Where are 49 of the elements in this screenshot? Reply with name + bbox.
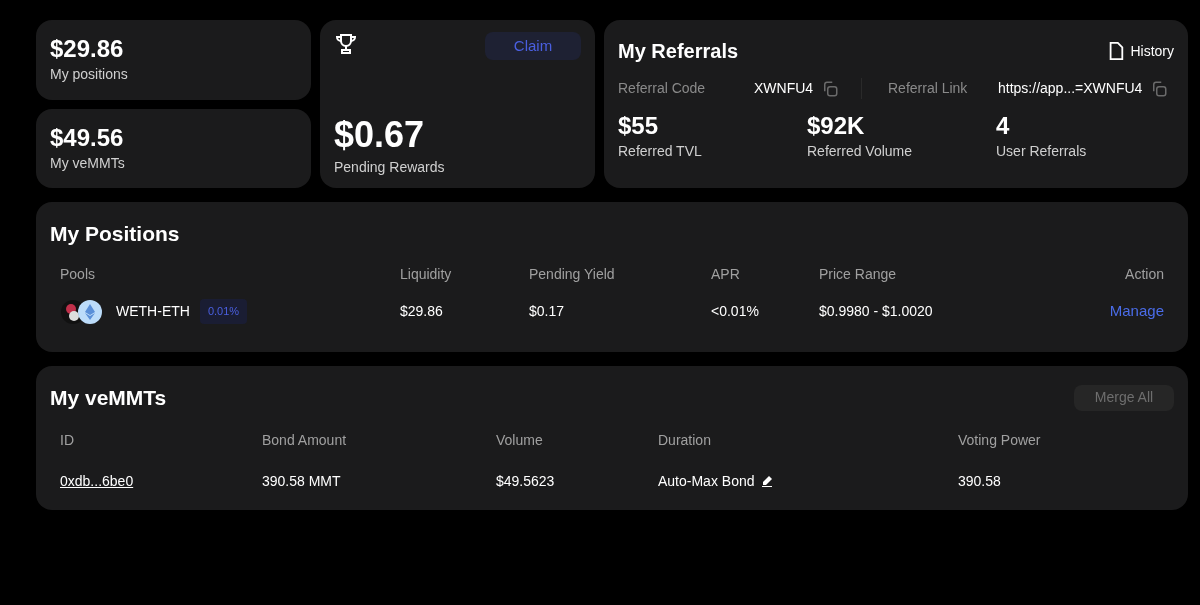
- manage-link[interactable]: Manage: [1109, 302, 1164, 320]
- column-header: Liquidity: [400, 264, 453, 284]
- history-button[interactable]: History: [1108, 40, 1174, 62]
- metric-value: 4: [996, 111, 1011, 141]
- field-label: Referral Link: [888, 79, 969, 98]
- claim-button[interactable]: Claim: [485, 32, 581, 60]
- field-value: XWNFU4: [754, 79, 814, 98]
- metric-value: $55: [618, 111, 660, 141]
- table-cell-text: $0.9980 - $1.0020: [819, 302, 934, 321]
- column-header: Pending Yield: [529, 264, 616, 284]
- table-cell-text: 390.58 MMT: [262, 471, 342, 491]
- field-value: https://app...=XWNFU4: [998, 79, 1143, 98]
- table-cell-text: 390.58: [958, 471, 1002, 491]
- stat-label: My veMMTs: [50, 153, 126, 173]
- table-cell-text: $0.17: [529, 302, 566, 321]
- copy-icon[interactable]: [1150, 79, 1169, 98]
- referrals-title: My Referrals: [618, 39, 739, 64]
- column-header: ID: [60, 430, 75, 450]
- metric-label: Referred Volume: [807, 142, 914, 161]
- column-header: Price Range: [819, 264, 898, 284]
- rewards-label: Pending Rewards: [334, 158, 446, 177]
- column-header: Bond Amount: [262, 430, 348, 450]
- trophy-icon: [334, 32, 358, 56]
- pool-name: WETH-ETH: [116, 302, 190, 321]
- column-header: Voting Power: [958, 430, 1042, 450]
- table-cell-text: $29.86: [400, 302, 444, 321]
- column-header: Pools: [60, 264, 97, 284]
- section-title: My veMMTs: [50, 385, 167, 411]
- column-header: Action: [1124, 264, 1164, 284]
- metric-value: $92K: [807, 111, 866, 141]
- table-cell-text: <0.01%: [711, 302, 760, 321]
- copy-icon[interactable]: [821, 79, 840, 98]
- metric-label: User Referrals: [996, 142, 1088, 161]
- fee-tag: 0.01%: [199, 299, 248, 324]
- rewards-value: $0.67: [334, 113, 426, 157]
- id-link[interactable]: 0xdb...6be0: [60, 472, 134, 489]
- pencil-icon[interactable]: [760, 475, 773, 487]
- column-header: Volume: [496, 430, 544, 450]
- table-cell-text: Auto-Max Bond: [658, 471, 755, 491]
- metric-label: Referred TVL: [618, 142, 703, 161]
- section-title: My Positions: [50, 221, 181, 247]
- stat-label: My positions: [50, 65, 129, 85]
- document-icon: [1108, 42, 1125, 60]
- table-cell-text: $49.5623: [496, 471, 556, 491]
- stat-value: $49.56: [50, 122, 125, 153]
- column-header: Duration: [658, 430, 712, 450]
- stat-value: $29.86: [50, 34, 125, 65]
- column-header: APR: [711, 264, 741, 284]
- field-label: Referral Code: [618, 79, 707, 98]
